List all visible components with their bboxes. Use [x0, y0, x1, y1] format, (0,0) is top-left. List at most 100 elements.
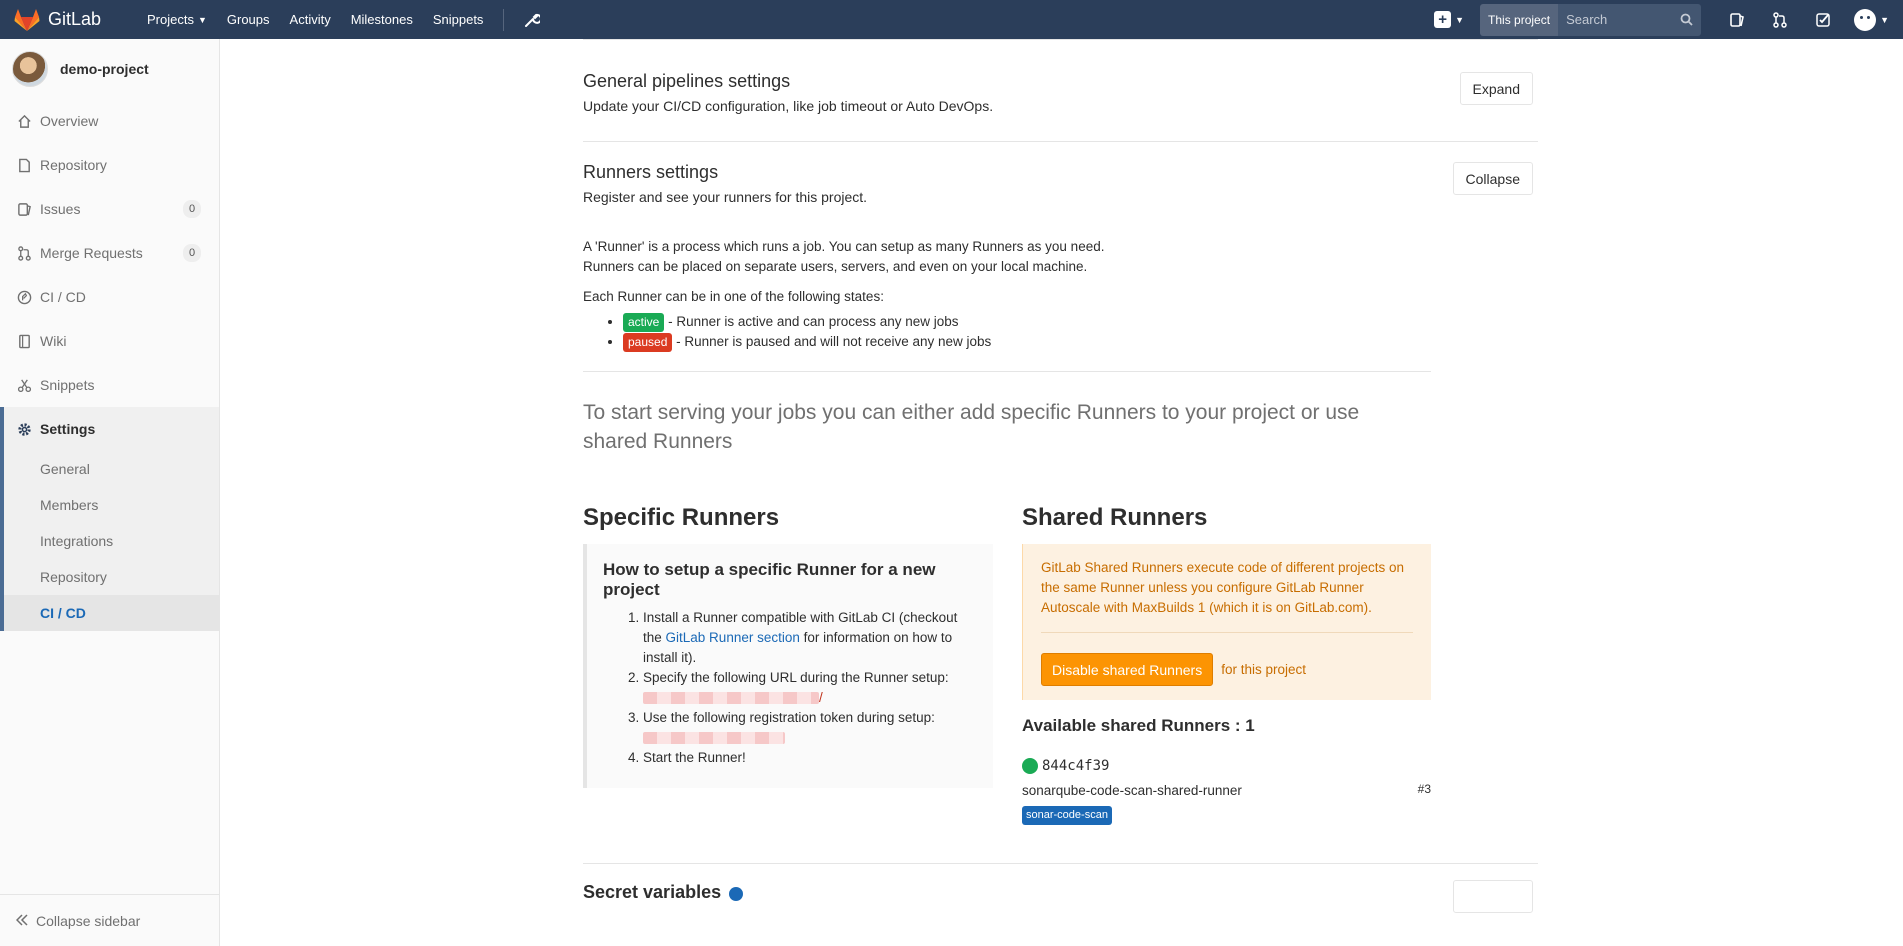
setup-step-3: Use the following registration token dur…	[643, 708, 979, 748]
expand-button[interactable]: Expand	[1459, 72, 1533, 105]
secret-variables-toggle-button[interactable]	[1453, 880, 1533, 913]
issues-nav-button[interactable]	[1715, 0, 1758, 39]
runner-states-heading: Each Runner can be in one of the followi…	[583, 289, 884, 304]
merge-requests-nav-button[interactable]	[1758, 0, 1801, 39]
runner-details: sonarqube-code-scan-shared-runner #3	[1022, 782, 1431, 798]
disable-shared-runners-button[interactable]: Disable shared Runners	[1041, 653, 1214, 686]
secret-variables-title: Secret variables	[583, 882, 722, 902]
search-icon	[1680, 13, 1693, 26]
nav-milestones[interactable]: Milestones	[341, 0, 423, 39]
sidebar-sub-general[interactable]: General	[4, 451, 219, 487]
setup-callout-title: How to setup a specific Runner for a new…	[603, 560, 936, 599]
nav-milestones-label: Milestones	[350, 12, 413, 27]
list-item: active - Runner is active and can proces…	[623, 312, 1538, 332]
doc-icon	[16, 157, 32, 173]
runner-token[interactable]: 844c4f39	[1042, 758, 1109, 774]
sidebar-item-label: Repository	[40, 157, 107, 173]
plus-icon: +	[1434, 11, 1452, 28]
step2-text: Specify the following URL during the Run…	[643, 670, 949, 685]
state-paused-text: - Runner is paused and will not receive …	[672, 334, 992, 349]
sidebar-sub-members[interactable]: Members	[4, 487, 219, 523]
top-navbar: GitLab Projects ▼ Groups Activity Milesto…	[0, 0, 1903, 39]
nav-activity[interactable]: Activity	[280, 0, 341, 39]
runner-online-status-icon	[1022, 758, 1038, 774]
sidebar-item-label: CI / CD	[40, 289, 86, 305]
nav-projects-label: Projects	[147, 12, 194, 27]
book-icon	[16, 333, 32, 349]
sidebar-item-overview[interactable]: Overview	[0, 99, 219, 143]
setup-steps: Install a Runner compatible with GitLab …	[643, 608, 979, 768]
sidebar-item-merge-requests[interactable]: Merge Requests 0	[0, 231, 219, 275]
sidebar-sub-integrations[interactable]: Integrations	[4, 523, 219, 559]
runners-columns: Specific Runners How to setup a specific…	[583, 504, 1538, 825]
nav-groups[interactable]: Groups	[217, 0, 280, 39]
merge-request-icon	[16, 245, 32, 261]
sidebar-sub-ci-cd[interactable]: CI / CD	[4, 595, 219, 631]
general-pipelines-title: General pipelines settings	[583, 71, 791, 91]
search-input[interactable]: Search	[1558, 3, 1702, 36]
search-scope-badge[interactable]: This project	[1480, 3, 1559, 36]
sidebar-item-wiki[interactable]: Wiki	[0, 319, 219, 363]
admin-area-link[interactable]	[512, 0, 552, 39]
gitlab-home-link[interactable]: GitLab	[0, 8, 125, 32]
collapse-button[interactable]: Collapse	[1452, 162, 1533, 195]
nav-snippets-label: Snippets	[432, 12, 484, 27]
nav-links: Projects ▼ Groups Activity Milestones Sni…	[137, 0, 552, 39]
status-badge-paused: paused	[623, 333, 673, 352]
sidebar-item-snippets[interactable]: Snippets	[0, 363, 219, 407]
project-avatar	[12, 51, 48, 87]
runner-intro-1: A 'Runner' is a process which runs a job…	[583, 239, 1105, 254]
help-question-icon[interactable]	[728, 887, 743, 902]
sidebar-item-settings[interactable]: Settings	[0, 407, 219, 451]
wrench-icon	[525, 13, 541, 27]
todo-check-icon	[1815, 12, 1830, 27]
new-dropdown[interactable]: + ▼	[1426, 0, 1472, 39]
issues-count-badge: 0	[183, 200, 201, 218]
divider	[583, 371, 1431, 372]
rocket-icon	[16, 289, 32, 305]
chevron-down-icon: ▼	[1455, 14, 1465, 25]
sidebar-item-label: Overview	[40, 113, 99, 129]
runner-tag: sonar-code-scan	[1022, 806, 1112, 825]
sidebar-item-issues[interactable]: Issues 0	[0, 187, 219, 231]
sidebar-item-label: Settings	[40, 421, 96, 437]
merge-requests-count-badge: 0	[183, 244, 201, 262]
state-active-text: - Runner is active and can process any n…	[664, 314, 959, 329]
sidebar-item-ci-cd[interactable]: CI / CD	[0, 275, 219, 319]
nav-projects[interactable]: Projects ▼	[137, 0, 217, 39]
project-header[interactable]: demo-project	[0, 39, 219, 99]
setup-step-4: Start the Runner!	[643, 748, 979, 768]
divider	[1041, 632, 1413, 633]
runner-states-list: active - Runner is active and can proces…	[623, 312, 1538, 352]
collapse-sidebar-label: Collapse sidebar	[36, 912, 141, 929]
user-avatar	[1854, 8, 1877, 31]
user-menu[interactable]: ▼	[1844, 0, 1903, 39]
scissors-icon	[16, 377, 32, 393]
gitlab-logo-icon	[14, 8, 40, 31]
nav-snippets[interactable]: Snippets	[423, 0, 494, 39]
shared-runners-column: Shared Runners GitLab Shared Runners exe…	[1022, 504, 1431, 825]
runner-intro-2: Runners can be placed on separate users,…	[583, 259, 1088, 274]
chevron-down-icon: ▼	[1880, 14, 1889, 25]
status-badge-active: active	[623, 313, 665, 332]
nav-groups-label: Groups	[226, 12, 270, 27]
nav-divider	[503, 8, 505, 31]
shared-runners-warning-text: GitLab Shared Runners execute code of di…	[1041, 560, 1404, 615]
settings-submenu: General Members Integrations Repository …	[0, 451, 219, 631]
runner-id: #3	[1417, 782, 1431, 796]
sidebar-sub-repository[interactable]: Repository	[4, 559, 219, 595]
sidebar-item-label: Issues	[40, 201, 81, 217]
setup-step-1: Install a Runner compatible with GitLab …	[643, 608, 979, 668]
collapse-sidebar-button[interactable]: Collapse sidebar	[0, 894, 219, 946]
gitlab-runner-section-link[interactable]: GitLab Runner section	[666, 630, 800, 645]
home-icon	[16, 113, 32, 129]
runners-settings-title: Runners settings	[583, 162, 719, 182]
redacted-token	[643, 732, 785, 745]
todos-nav-button[interactable]	[1801, 0, 1844, 39]
runners-settings-description: Register and see your runners for this p…	[583, 189, 868, 205]
project-name: demo-project	[60, 61, 149, 77]
runner-item[interactable]: 844c4f39	[1022, 758, 1431, 774]
gear-icon	[16, 421, 32, 437]
project-sidebar: demo-project Overview Repository Issues …	[0, 39, 220, 946]
sidebar-item-repository[interactable]: Repository	[0, 143, 219, 187]
